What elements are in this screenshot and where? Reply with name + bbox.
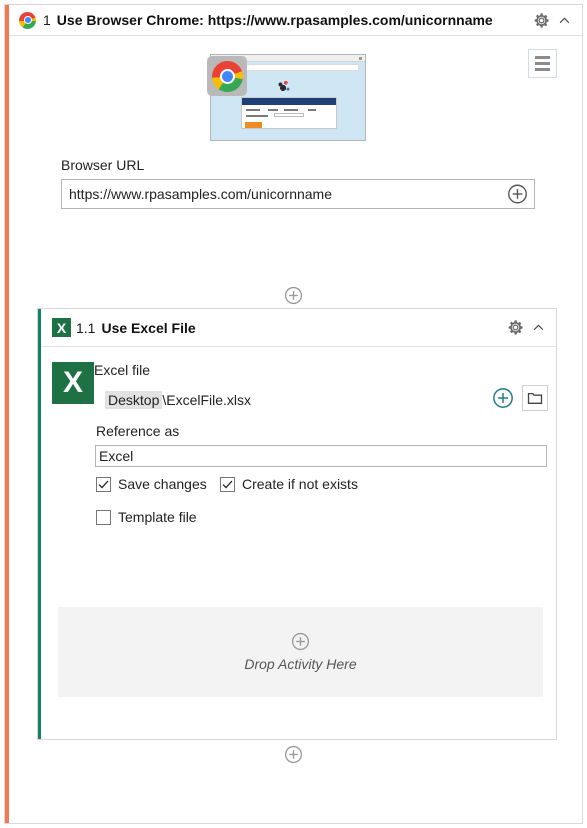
excel-header-actions [506,318,556,337]
chevron-up-icon[interactable] [558,14,571,27]
excel-file-add-icon[interactable] [492,387,514,409]
template-file-checkbox[interactable] [96,509,111,525]
browser-url-value: https://www.rpasamples.com/unicornname [69,186,332,202]
add-activity-connector-bottom[interactable] [5,745,582,764]
reference-as-label: Reference as [96,423,180,439]
browser-url-input[interactable]: https://www.rpasamples.com/unicornname [61,179,535,209]
folder-icon[interactable] [522,385,548,411]
excel-card-header[interactable]: X 1.1 Use Excel File [41,309,556,347]
excel-file-folder-chip: Desktop [105,391,163,409]
excel-file-name: \ExcelFile.xlsx [162,392,252,408]
browser-step-number: 1 [43,12,51,28]
hamburger-menu-icon[interactable] [528,49,557,78]
excel-icon: X [52,318,71,337]
drop-activity-text: Drop Activity Here [244,656,357,672]
plus-circle-icon[interactable] [291,632,310,651]
browser-url-label: Browser URL [61,157,145,173]
drop-activity-zone[interactable]: Drop Activity Here [58,607,543,697]
excel-file-label: Excel file [94,362,151,378]
plus-circle-icon[interactable] [284,745,303,764]
browser-preview-thumbnail [207,54,366,141]
chrome-logo-icon [19,11,36,29]
thumbnail-close-icon [359,57,362,60]
browser-card-header[interactable]: 1 Use Browser Chrome: https://www.rpasam… [9,5,582,36]
plus-circle-icon[interactable] [284,286,303,305]
chrome-overlay-badge [207,56,247,96]
browser-header-actions [532,11,582,30]
browser-thumbnail-area [9,36,582,146]
create-if-not-exists-label: Create if not exists [242,476,358,492]
browser-activity-card: 1 Use Browser Chrome: https://www.rpasam… [4,4,583,824]
chevron-up-icon[interactable] [532,321,545,334]
thumbnail-form-header [242,98,336,105]
gear-icon[interactable] [506,318,525,337]
reference-as-value: Excel [99,448,134,464]
excel-step-number: 1.1 [76,319,96,336]
gear-icon[interactable] [532,11,551,30]
excel-large-icon: X [52,362,94,404]
thumbnail-form [241,97,337,129]
create-if-not-exists-checkbox[interactable] [220,476,235,492]
reference-as-input[interactable]: Excel [95,445,547,467]
create-if-not-exists-checkbox-row[interactable]: Create if not exists [220,476,358,492]
excel-file-path-input[interactable]: Desktop \ExcelFile.xlsx [105,386,487,414]
thumbnail-submit-button [245,122,262,128]
save-changes-checkbox[interactable] [96,476,111,492]
save-changes-label: Save changes [118,476,207,492]
unicorn-image-icon [275,78,293,94]
excel-card-title: Use Excel File [101,319,196,336]
template-file-label: Template file [118,509,197,525]
save-changes-checkbox-row[interactable]: Save changes [96,476,207,492]
template-file-checkbox-row[interactable]: Template file [96,509,197,525]
browser-url-field-group: Browser URL https://www.rpasamples.com/u… [61,157,535,209]
browser-url-add-icon[interactable] [507,184,528,205]
browser-card-title: Use Browser Chrome: https://www.rpasampl… [56,12,493,28]
add-activity-connector-top[interactable] [5,286,582,305]
